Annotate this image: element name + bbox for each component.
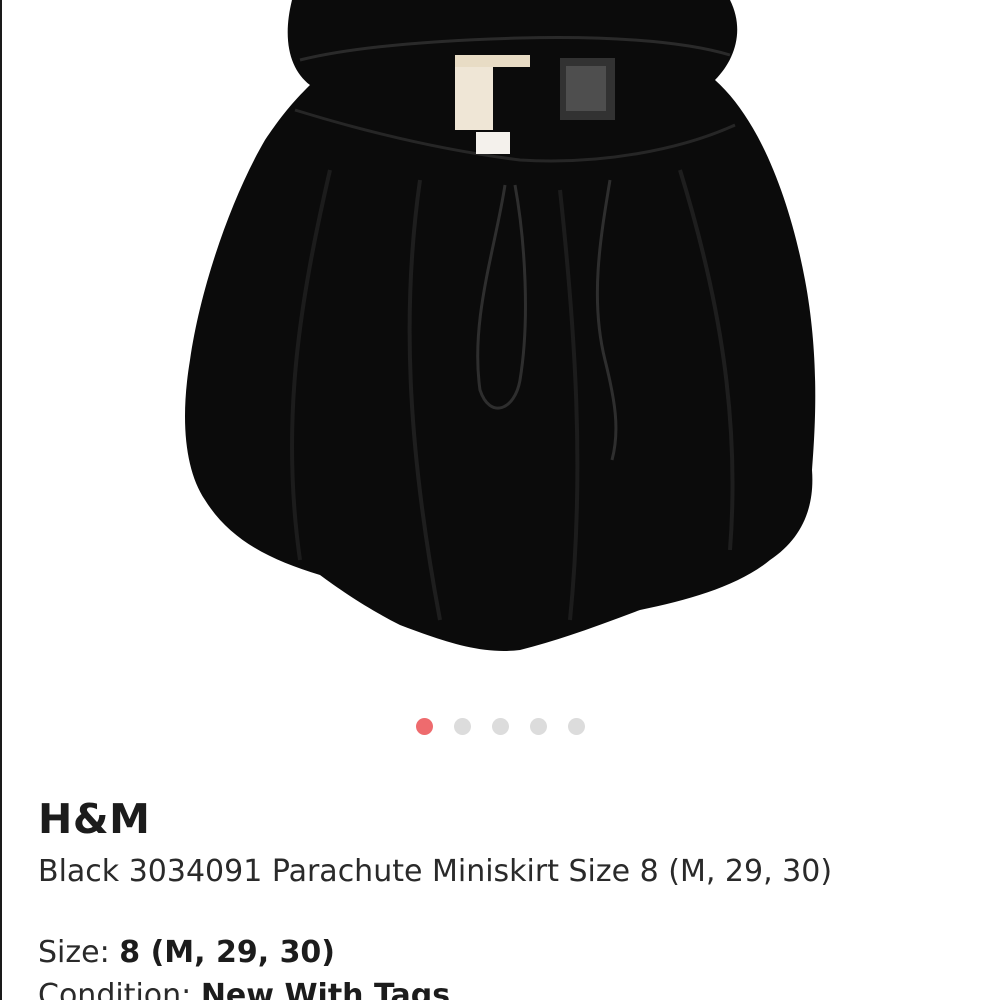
carousel-dot-2[interactable] — [453, 718, 471, 735]
brand-name[interactable]: H&M — [38, 795, 150, 843]
product-title: Black 3034091 Parachute Miniskirt Size 8… — [38, 854, 833, 889]
condition-value: New With Tags — [200, 978, 451, 1000]
condition-row: Condition: New With Tags — [38, 978, 450, 1000]
size-row: Size: 8 (M, 29, 30) — [38, 935, 335, 970]
size-value: 8 (M, 29, 30) — [119, 935, 336, 970]
product-photo[interactable] — [0, 0, 1000, 700]
size-label: Size: — [38, 935, 110, 970]
carousel-dot-5[interactable] — [567, 718, 585, 735]
carousel-dot-4[interactable] — [529, 718, 547, 735]
product-page: H&M Black 3034091 Parachute Miniskirt Si… — [0, 0, 1000, 1000]
carousel-dot-1[interactable] — [415, 718, 433, 735]
condition-label: Condition: — [38, 978, 192, 1000]
image-carousel-indicators — [0, 718, 1000, 738]
black-skirt-image — [185, 0, 816, 651]
carousel-dot-3[interactable] — [491, 718, 509, 735]
